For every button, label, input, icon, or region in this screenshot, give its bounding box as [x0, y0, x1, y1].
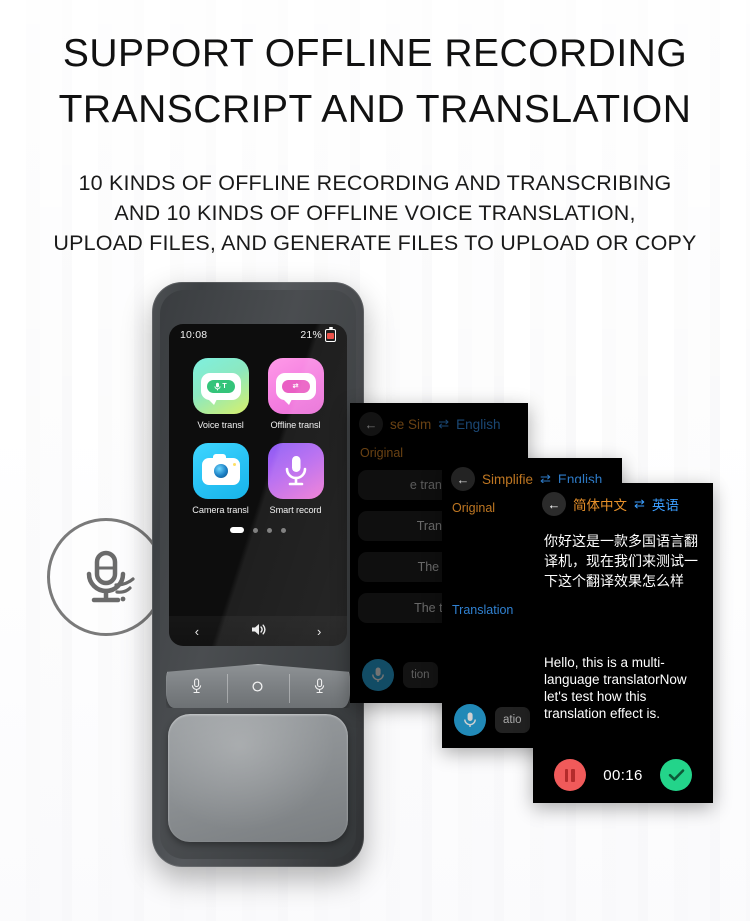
panel-a-source-language[interactable]: se Sim: [390, 417, 431, 432]
status-bar: 10:08 21%: [169, 324, 347, 346]
app-item-smart-record[interactable]: Smart record: [258, 443, 333, 515]
microphone-waves-icon: [86, 550, 135, 603]
recording-timer: 00:16: [603, 766, 643, 784]
speech-bubble-shape: T: [200, 372, 241, 405]
page-dot-1[interactable]: [230, 527, 244, 533]
translator-device: 10:08 21% T Voice transl ⇄ Offline trans…: [152, 282, 364, 867]
home-circle-button-icon: [252, 680, 264, 692]
record-mic-button[interactable]: [362, 659, 394, 691]
subtitle-line-1: 10 KINDS OF OFFLINE RECORDING AND TRANSC…: [78, 171, 672, 195]
app-grid: T Voice transl ⇄ Offline transl Camera t…: [169, 346, 347, 515]
offline-transl-icon[interactable]: ⇄: [267, 358, 324, 414]
speaker-icon[interactable]: [251, 623, 266, 639]
page-dot-3[interactable]: [267, 527, 272, 533]
app-label-smart-record: Smart record: [269, 505, 322, 515]
panel-a-mic-row: tion: [362, 659, 438, 691]
app-label-voice-transl: Voice transl: [197, 420, 244, 430]
panel-c-header: ← 简体中文 ⇄ 英语: [533, 483, 713, 523]
mic-glyph-icon: [214, 382, 221, 390]
app-item-offline-transl[interactable]: ⇄ Offline transl: [258, 358, 333, 430]
panel-a-chip[interactable]: tion: [403, 662, 438, 688]
offline-pill-text: ⇄: [292, 383, 299, 390]
record-mic-icon: [372, 667, 384, 682]
status-time: 10:08: [180, 329, 208, 341]
panel-c-target-language[interactable]: 英语: [652, 494, 679, 514]
page-title: SUPPORT OFFLINE RECORDING TRANSCRIPT AND…: [0, 26, 750, 138]
smart-record-icon[interactable]: [267, 443, 324, 499]
panel-c-english-text: Hello, this is a multi-language translat…: [544, 655, 687, 721]
microphone-icon: [285, 456, 306, 486]
confirm-button[interactable]: [660, 759, 693, 791]
back-arrow-icon[interactable]: ←: [359, 412, 383, 436]
swap-languages-icon[interactable]: ⇄: [634, 496, 645, 512]
device-touchpad[interactable]: [168, 714, 348, 842]
status-right: 21%: [300, 326, 336, 342]
subtitle-line-2: AND 10 KINDS OF OFFLINE VOICE TRANSLATIO…: [114, 201, 636, 225]
page-dot-4[interactable]: [281, 527, 286, 533]
panel-b-chip[interactable]: atio: [495, 707, 530, 733]
record-mic-button[interactable]: [454, 704, 486, 736]
pause-button[interactable]: [553, 759, 586, 791]
panel-c-source-language[interactable]: 简体中文: [573, 494, 627, 514]
speech-bubble-shape: ⇄: [275, 372, 316, 405]
voice-transl-icon[interactable]: T: [192, 358, 249, 414]
subtitle-line-3: UPLOAD FILES, AND GENERATE FILES TO UPLO…: [53, 231, 697, 255]
app-label-camera-transl: Camera transl: [192, 505, 249, 515]
title-line-1: SUPPORT OFFLINE RECORDING: [62, 32, 688, 75]
panel-c-recording-bar: 00:16: [533, 747, 713, 803]
pause-bar-right: [571, 768, 575, 782]
app-item-camera-transl[interactable]: Camera transl: [183, 443, 258, 515]
camera-lens: [213, 464, 228, 478]
panel-c-chinese-text: 你好这是一款多国语言翻译机，现在我们来测试一下这个翻译效果怎么样: [544, 534, 698, 590]
hardware-button-row: [166, 664, 350, 708]
microphone-waves-badge: [47, 518, 165, 636]
battery-percent: 21%: [300, 329, 322, 341]
panel-b-mic-row: atio: [454, 704, 530, 736]
page-indicator[interactable]: [169, 527, 347, 533]
panel-a-target-language[interactable]: English: [456, 417, 500, 432]
check-confirm-icon: [668, 769, 685, 781]
bubble-pill-pink: ⇄: [281, 379, 310, 393]
screen-nav-bar: ‹ ›: [169, 616, 347, 646]
mic-left-button-icon: [192, 678, 202, 694]
camera-icon: [201, 453, 240, 485]
back-arrow-icon[interactable]: ←: [542, 492, 566, 516]
panel-b-source-language[interactable]: Simplifie: [482, 472, 533, 487]
voice-pill-text: T: [222, 382, 227, 390]
title-line-2: TRANSCRIPT AND TRANSLATION: [58, 88, 692, 131]
app-label-offline-transl: Offline transl: [270, 420, 321, 430]
page-subtitle: 10 KINDS OF OFFLINE RECORDING AND TRANSC…: [0, 168, 750, 258]
camera-transl-icon[interactable]: [192, 443, 249, 499]
device-screen[interactable]: 10:08 21% T Voice transl ⇄ Offline trans…: [169, 324, 347, 646]
pause-bar-left: [564, 768, 569, 782]
back-arrow-icon[interactable]: ←: [451, 467, 475, 491]
nav-prev-button[interactable]: ‹: [195, 624, 199, 639]
battery-icon: [325, 326, 336, 342]
bubble-pill-green: T: [206, 379, 235, 393]
record-mic-icon: [464, 712, 476, 727]
app-item-voice-transl[interactable]: T Voice transl: [183, 358, 258, 430]
swap-languages-icon[interactable]: ⇄: [438, 416, 449, 432]
mic-right-button-icon: [314, 678, 324, 694]
app-screenshot-panel-c: ← 简体中文 ⇄ 英语 你好这是一款多国语言翻译机，现在我们来测试一下这个翻译效…: [533, 483, 713, 803]
page-dot-2[interactable]: [253, 527, 258, 533]
home-circle-button[interactable]: [227, 664, 288, 708]
camera-flash-dot: [232, 462, 236, 466]
panel-a-header: ← se Sim ⇄ English: [350, 403, 528, 443]
nav-next-button[interactable]: ›: [317, 624, 321, 639]
